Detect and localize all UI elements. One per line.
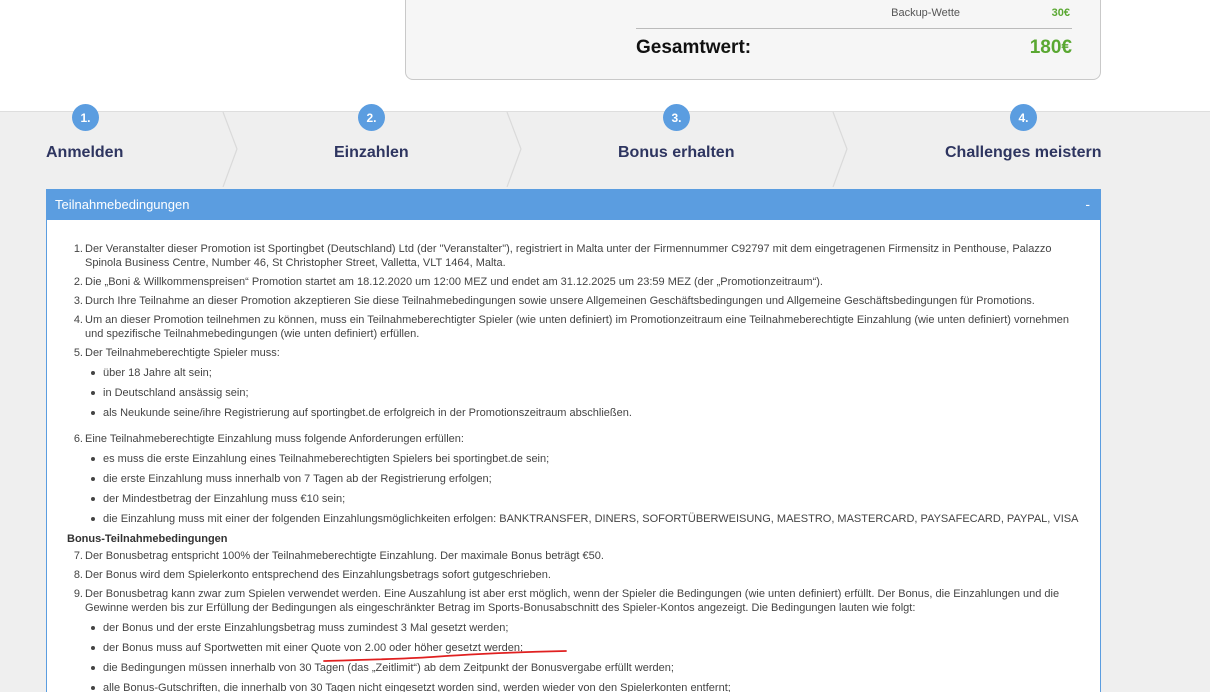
- step-label: Einzahlen: [334, 144, 409, 161]
- list-item: über 18 Jahre alt sein;: [67, 366, 1082, 380]
- step-chevron-icon: [222, 112, 238, 187]
- list-item: der Bonus und der erste Einzahlungsbetra…: [67, 621, 1082, 635]
- condition-text: Der Bonusbetrag entspricht 100% der Teil…: [85, 550, 604, 562]
- condition-number: 3.: [73, 295, 83, 307]
- step-number-badge: 4.: [1010, 104, 1037, 131]
- total-label: Gesamtwert:: [636, 37, 752, 58]
- condition-item: 2. Die „Boni & Willkommenspreisen“ Promo…: [67, 275, 1082, 289]
- condition-text: Um an dieser Promotion teilnehmen zu kön…: [85, 314, 1070, 340]
- condition-number: 7.: [73, 550, 83, 562]
- step-label: Anmelden: [46, 144, 124, 161]
- condition-text: Der Bonus wird dem Spielerkonto entsprec…: [85, 569, 551, 581]
- step-chevron-icon: [506, 112, 522, 187]
- step-challenges-meistern: 4. Challenges meistern: [930, 104, 1105, 187]
- top-area: Backup-Wette 30€ Gesamtwert: 180€: [0, 0, 1210, 111]
- step-label: Bonus erhalten: [618, 144, 735, 161]
- step-label: Challenges meistern: [945, 144, 1102, 161]
- condition-number: 8.: [73, 569, 83, 581]
- backup-bet-value: 30€: [1051, 7, 1070, 19]
- condition-text: Eine Teilnahmeberechtigte Einzahlung mus…: [85, 433, 464, 445]
- backup-bet-row: Backup-Wette 30€: [406, 7, 1100, 21]
- step-einzahlen: 2. Einzahlen: [300, 104, 460, 187]
- condition-item: 8. Der Bonus wird dem Spielerkonto entsp…: [67, 568, 1082, 582]
- step-number-badge: 2.: [358, 104, 385, 131]
- conditions-panel-title: Teilnahmebedingungen: [55, 197, 190, 212]
- condition-item: 7. Der Bonusbetrag entspricht 100% der T…: [67, 549, 1082, 563]
- step-anmelden: 1. Anmelden: [46, 104, 226, 187]
- condition-text: Der Teilnahmeberechtigte Spieler muss:: [85, 347, 280, 359]
- conditions-panel-header[interactable]: Teilnahmebedingungen -: [47, 190, 1100, 220]
- conditions-panel: Teilnahmebedingungen - 1. Der Veranstalt…: [46, 189, 1101, 692]
- backup-bet-label: Backup-Wette: [891, 7, 960, 19]
- total-value: 180€: [1029, 37, 1072, 58]
- list-item: die Bedingungen müssen innerhalb von 30 …: [67, 661, 1082, 675]
- condition-item: 9. Der Bonusbetrag kann zwar zum Spielen…: [67, 587, 1082, 615]
- condition-item: 4. Um an dieser Promotion teilnehmen zu …: [67, 313, 1082, 341]
- condition-item: 3. Durch Ihre Teilnahme an dieser Promot…: [67, 294, 1082, 308]
- list-item: die Einzahlung muss mit einer der folgen…: [67, 512, 1082, 526]
- step-bonus-erhalten: 3. Bonus erhalten: [600, 104, 800, 187]
- list-item-highlighted: der Bonus muss auf Sportwetten mit einer…: [67, 641, 1082, 655]
- bonus-section-title: Bonus-Teilnahmebedingungen: [67, 533, 228, 545]
- condition-number: 1.: [73, 243, 83, 255]
- list-item: es muss die erste Einzahlung eines Teiln…: [67, 452, 1082, 466]
- summary-divider: [636, 28, 1072, 29]
- condition-text: Der Veranstalter dieser Promotion ist Sp…: [85, 243, 1052, 269]
- step-number-badge: 3.: [663, 104, 690, 131]
- condition-text: Der Bonusbetrag kann zwar zum Spielen ve…: [85, 588, 1060, 614]
- condition-item: 6. Eine Teilnahmeberechtigte Einzahlung …: [67, 432, 1082, 446]
- step-number-badge: 1.: [72, 104, 99, 131]
- list-item: die erste Einzahlung muss innerhalb von …: [67, 472, 1082, 486]
- condition-number: 2.: [73, 276, 83, 288]
- condition-number: 5.: [73, 347, 83, 359]
- condition-text: Durch Ihre Teilnahme an dieser Promotion…: [85, 295, 1035, 307]
- list-item: in Deutschland ansässig sein;: [67, 386, 1082, 400]
- total-row: Gesamtwert: 180€: [406, 37, 1100, 63]
- steps-band: 1. Anmelden 2. Einzahlen 3. Bonus erhalt…: [0, 104, 1210, 692]
- condition-text: Die „Boni & Willkommenspreisen“ Promotio…: [85, 276, 823, 288]
- list-item: alle Bonus-Gutschriften, die innerhalb v…: [67, 681, 1082, 692]
- condition-item: 1. Der Veranstalter dieser Promotion ist…: [67, 242, 1082, 270]
- list-item: der Mindestbetrag der Einzahlung muss €1…: [67, 492, 1082, 506]
- collapse-toggle-button[interactable]: -: [1085, 196, 1090, 212]
- bonus-summary-box: Backup-Wette 30€ Gesamtwert: 180€: [405, 0, 1101, 80]
- conditions-body: 1. Der Veranstalter dieser Promotion ist…: [47, 220, 1100, 692]
- condition-number: 6.: [73, 433, 83, 445]
- condition-number: 4.: [73, 314, 83, 326]
- condition-item: 5. Der Teilnahmeberechtigte Spieler muss…: [67, 346, 1082, 360]
- condition-number: 9.: [73, 588, 83, 600]
- step-chevron-icon: [832, 112, 848, 187]
- list-item: als Neukunde seine/ihre Registrierung au…: [67, 406, 1082, 420]
